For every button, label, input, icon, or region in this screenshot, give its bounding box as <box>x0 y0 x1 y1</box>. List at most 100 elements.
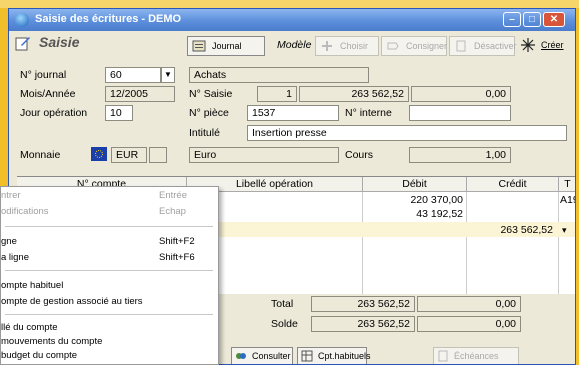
menu-item-label: llé du compte <box>1 322 58 333</box>
euro-flag-icon <box>91 147 107 161</box>
interne-field[interactable] <box>409 105 511 121</box>
row3-dropdown-icon[interactable]: ▾ <box>562 223 567 237</box>
saisie-heading: Saisie <box>39 34 80 50</box>
consulter-icon <box>236 353 246 359</box>
total-credit: 0,00 <box>417 296 521 312</box>
maximize-button[interactable]: □ <box>523 12 541 27</box>
monnaie-code: EUR <box>111 147 147 163</box>
monnaie-lookup[interactable] <box>149 147 167 163</box>
menu-item-shortcut: Shift+F6 <box>159 252 195 263</box>
col-header-t[interactable]: T <box>559 177 575 192</box>
col-header-credit[interactable]: Crédit <box>467 177 559 192</box>
col-header-debit[interactable]: Débit <box>363 177 467 192</box>
menu-item-budget-compte[interactable]: budget du compte <box>1 349 218 363</box>
solde-debit: 263 562,52 <box>311 316 415 332</box>
menu-item-compte-habituel[interactable]: ompte habituel <box>1 279 218 293</box>
creer-sparkle-icon <box>521 38 535 52</box>
journal-name: Achats <box>189 67 369 83</box>
echeances-button[interactable]: Échéances <box>433 347 519 364</box>
creer-label: Créer <box>541 40 564 50</box>
menu-separator <box>5 226 213 227</box>
cpt-habituels-button[interactable]: Cpt.habituels <box>297 347 371 364</box>
saisie-amount: 263 562,52 <box>299 86 409 102</box>
modele-label: Modèle <box>277 39 312 51</box>
menu-item-label: ompte de gestion associé au tiers <box>1 296 143 307</box>
menu-item-shortcut: Shift+F2 <box>159 236 195 247</box>
solde-label: Solde <box>271 318 298 330</box>
menu-item-label: odifications <box>1 206 49 217</box>
jour-label: Jour opération <box>20 107 88 119</box>
menu-item-compte-gestion[interactable]: ompte de gestion associé au tiers <box>1 295 218 309</box>
mois-field: 12/2005 <box>105 86 175 102</box>
cours-value: 1,00 <box>409 147 511 163</box>
minimize-button[interactable]: – <box>503 12 521 27</box>
column-divider <box>558 192 559 295</box>
menu-item-inserer-ligne[interactable]: gne Shift+F2 <box>1 235 218 249</box>
context-menu: ntrer Entrée odifications Echap gne Shif… <box>0 186 219 365</box>
piece-label: N° pièce <box>189 107 229 119</box>
row1-debit[interactable]: 220 370,00 <box>367 193 463 207</box>
consulter-button[interactable]: Consulter <box>231 347 293 364</box>
app-icon <box>15 13 29 27</box>
cpt-habituels-label: Cpt.habituels <box>318 351 371 361</box>
choisir-button[interactable]: Choisir <box>315 36 379 56</box>
column-divider <box>362 192 363 295</box>
journal-field[interactable]: 60 <box>105 67 161 83</box>
solde-credit: 0,00 <box>417 316 521 332</box>
monnaie-label: Monnaie <box>20 149 61 161</box>
window-title: Saisie des écritures - DEMO <box>35 13 182 25</box>
journal-button[interactable]: Journal <box>187 36 265 56</box>
consigner-label: Consigner <box>406 41 448 51</box>
menu-item-label: budget du compte <box>1 350 78 361</box>
menu-item-label: ntrer <box>1 190 21 201</box>
menu-separator <box>5 270 213 271</box>
piece-field[interactable]: 1537 <box>247 105 339 121</box>
consulter-label: Consulter <box>252 351 291 361</box>
consigner-button[interactable]: Consigner <box>381 36 447 56</box>
cpt-habituels-icon <box>301 350 313 362</box>
row1-t[interactable]: A19D <box>560 193 575 207</box>
mois-label: Mois/Année <box>20 88 76 100</box>
menu-item-supprimer-ligne[interactable]: a ligne Shift+F6 <box>1 251 218 265</box>
column-divider <box>466 192 467 295</box>
creer-button[interactable]: Créer <box>517 36 569 56</box>
journal-button-label: Journal <box>212 41 242 51</box>
desactiver-button[interactable]: Désactiver <box>449 36 517 56</box>
row3-credit[interactable]: 263 562,52 <box>469 223 553 237</box>
jour-field[interactable]: 10 <box>105 105 133 121</box>
desktop-background <box>0 0 579 8</box>
monnaie-name: Euro <box>189 147 339 163</box>
total-debit: 263 562,52 <box>311 296 415 312</box>
menu-item-shortcut: Entrée <box>159 190 187 201</box>
cours-label: Cours <box>345 149 374 161</box>
title-bar: Saisie des écritures - DEMO – □ ✕ <box>9 9 575 31</box>
desactiver-label: Désactiver <box>474 41 517 51</box>
toolbar: Saisie Journal Modèle Choisir Consigner <box>9 31 575 61</box>
intitule-field[interactable]: Insertion presse <box>247 125 567 141</box>
row2-debit[interactable]: 43 192,52 <box>367 207 463 221</box>
echeances-icon <box>438 350 448 362</box>
menu-separator <box>5 314 213 315</box>
interne-label: N° interne <box>345 107 392 119</box>
total-label: Total <box>271 298 294 310</box>
journal-dropdown-arrow-icon[interactable]: ▼ <box>161 67 175 83</box>
saisie-logo-icon <box>15 37 30 51</box>
menu-item-label: mouvements du compte <box>1 336 103 347</box>
journal-label: N° journal <box>20 69 67 81</box>
saisie-number: 1 <box>257 86 297 102</box>
menu-item-mouvements-compte[interactable]: mouvements du compte <box>1 335 218 349</box>
desactiver-icon <box>456 40 466 52</box>
menu-item-libelle-compte[interactable]: llé du compte <box>1 321 218 335</box>
menu-item-label: gne <box>1 236 17 247</box>
choisir-icon <box>322 41 332 51</box>
close-button[interactable]: ✕ <box>543 12 565 27</box>
menu-item-label: a ligne <box>1 252 29 263</box>
menu-item-shortcut: Echap <box>159 206 186 217</box>
choisir-label: Choisir <box>340 41 369 51</box>
echeances-label: Échéances <box>454 351 499 361</box>
menu-item-annuler-modifications[interactable]: odifications Echap <box>1 205 218 219</box>
journal-icon <box>192 40 206 52</box>
consigner-icon <box>387 42 399 50</box>
menu-item-entrer[interactable]: ntrer Entrée <box>1 189 218 203</box>
menu-item-label: ompte habituel <box>1 280 64 291</box>
